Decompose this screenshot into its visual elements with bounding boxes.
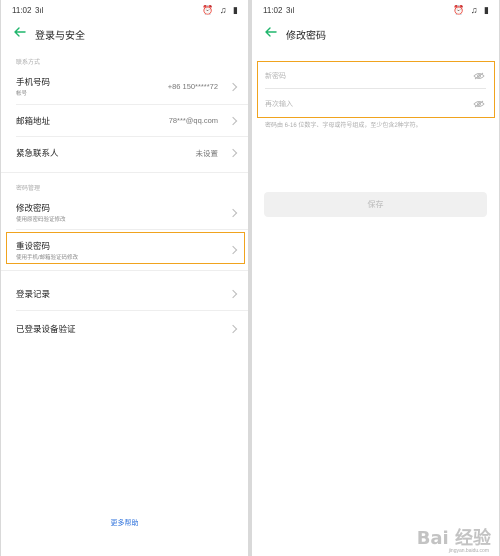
confirm-password-input[interactable] (265, 95, 475, 113)
email-row[interactable]: 邮箱地址 78***@qq.com (1, 110, 248, 134)
change-password-sub: 使用原密码验证修改 (16, 217, 66, 223)
baidu-jingyan-watermark: Bai 经验 (416, 528, 491, 549)
status-icons: ⏰ ♫ ▮ (202, 5, 240, 15)
status-icons: ⏰ ♫ ▮ (453, 5, 491, 15)
section-divider (1, 270, 248, 271)
chevron-right-icon (228, 82, 238, 92)
divider (16, 229, 248, 230)
back-arrow-icon[interactable] (12, 24, 28, 40)
phone-number-sub: 帐号 (16, 91, 28, 97)
save-button[interactable]: 保存 (264, 192, 487, 217)
section-header-password: 密码管理 (16, 186, 41, 192)
page-title: 登录与安全 (35, 31, 85, 42)
emergency-contact-label: 紧急联系人 (16, 148, 59, 158)
login-records-label: 登录记录 (16, 289, 51, 299)
divider (16, 136, 248, 137)
login-security-screen: 11:02 3ıl ⏰ ♫ ▮ 登录与安全 联系方式 手机号码 帐号 +86 1… (1, 0, 248, 556)
chevron-right-icon (228, 208, 238, 218)
chevron-right-icon (228, 116, 238, 126)
change-password-label: 修改密码 (16, 203, 51, 213)
nav-bar: 修改密码 (252, 22, 499, 46)
page-title: 修改密码 (286, 31, 326, 42)
back-arrow-icon[interactable] (263, 24, 279, 40)
device-verify-label: 已登录设备验证 (16, 324, 76, 334)
divider (16, 104, 248, 105)
section-divider (1, 172, 248, 173)
change-password-screen: 11:02 3ıl ⏰ ♫ ▮ 修改密码 密码由 6-16 位数字、字母或符号组… (252, 0, 499, 556)
eye-hidden-icon[interactable] (473, 100, 485, 108)
email-label: 邮箱地址 (16, 116, 51, 126)
section-header-contact: 联系方式 (16, 60, 41, 66)
status-time: 11:02 (12, 6, 32, 15)
device-verify-row[interactable]: 已登录设备验证 (1, 318, 248, 342)
change-password-row[interactable]: 修改密码 使用原密码验证修改 (1, 198, 248, 228)
new-password-input[interactable] (265, 67, 475, 85)
chevron-right-icon (228, 324, 238, 334)
phone-number-value: +86 150*****72 (167, 82, 218, 91)
divider (16, 310, 248, 311)
login-records-row[interactable]: 登录记录 (1, 283, 248, 307)
signal-icon: 3ıl (35, 6, 44, 15)
chevron-right-icon (228, 289, 238, 299)
more-help-link[interactable]: 更多帮助 (1, 518, 248, 528)
chevron-right-icon (228, 148, 238, 158)
highlight-box (6, 232, 245, 264)
status-bar: 11:02 3ıl ⏰ ♫ ▮ (252, 0, 499, 22)
phone-number-row[interactable]: 手机号码 帐号 +86 150*****72 (1, 72, 248, 104)
watermark-url: jingyan.baidu.com (448, 548, 489, 554)
eye-hidden-icon[interactable] (473, 72, 485, 80)
email-value: 78***@qq.com (168, 116, 218, 125)
signal-icon: 3ıl (286, 6, 295, 15)
status-time: 11:02 (263, 6, 283, 15)
nav-bar: 登录与安全 (1, 22, 248, 46)
phone-number-label: 手机号码 (16, 77, 51, 87)
status-bar: 11:02 3ıl ⏰ ♫ ▮ (1, 0, 248, 22)
password-hint: 密码由 6-16 位数字、字母或符号组成，至少包含2种字符。 (265, 123, 422, 129)
input-underline (265, 88, 486, 89)
emergency-contact-value: 未设置 (195, 149, 219, 158)
emergency-contact-row[interactable]: 紧急联系人 未设置 (1, 142, 248, 166)
